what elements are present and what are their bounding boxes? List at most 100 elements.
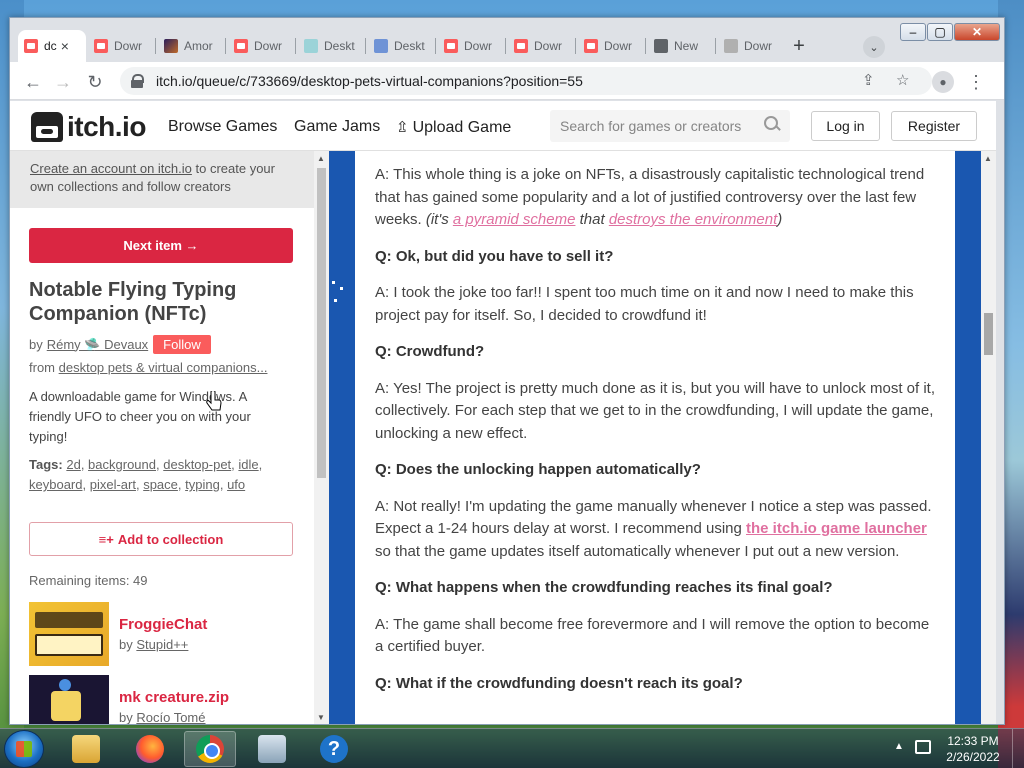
firefox-icon	[136, 735, 164, 763]
reload-button[interactable]: ↻	[84, 71, 106, 93]
sidebar-scroll-thumb[interactable]	[317, 168, 326, 478]
tag-link[interactable]: space	[143, 477, 178, 492]
back-button[interactable]: ←	[22, 71, 44, 93]
tab-search-button[interactable]: ⌄	[863, 36, 885, 58]
from-label: from	[29, 360, 59, 375]
answer-paragraph: A: Yes! The project is pretty much done …	[375, 379, 936, 442]
search-icon[interactable]	[764, 116, 780, 132]
tag-link[interactable]: typing	[185, 477, 220, 492]
tab-download-5[interactable]: Dowr	[578, 30, 646, 62]
browser-toolbar: ← → ↻ itch.io/queue/c/733669/desktop-pet…	[10, 62, 1004, 100]
taskbar-file-explorer[interactable]	[60, 731, 112, 767]
tab-amor[interactable]: Amor	[158, 30, 226, 62]
address-bar[interactable]: itch.io/queue/c/733669/desktop-pets-virt…	[120, 67, 932, 95]
create-account-link[interactable]: Create an account on itch.io	[30, 161, 192, 176]
search-input[interactable]	[560, 118, 760, 134]
game-thumbnail[interactable]	[29, 602, 109, 666]
browser-menu-icon[interactable]: ⋮	[965, 71, 987, 93]
tab-new[interactable]: New	[648, 30, 716, 62]
tab-download-6[interactable]: Dowr	[718, 30, 784, 62]
itch-favicon-icon	[234, 39, 248, 53]
minimize-button[interactable]: –	[900, 23, 926, 41]
profile-avatar-icon[interactable]: ●	[932, 71, 954, 93]
tab-download-1[interactable]: Dowr	[88, 30, 156, 62]
show-desktop-button[interactable]	[1012, 729, 1024, 768]
next-item-button[interactable]: Next item →	[29, 228, 293, 263]
related-game-item[interactable]: FroggieChat by Stupid++	[29, 602, 207, 666]
tag-link[interactable]: background	[88, 457, 156, 472]
tab-label: Dowr	[744, 39, 773, 53]
tab-label: dc	[44, 39, 57, 53]
taskbar-firefox[interactable]	[124, 731, 176, 767]
nav-game-jams[interactable]: Game Jams	[294, 118, 380, 136]
decorative-stars	[330, 281, 350, 311]
page-scrollbar[interactable]: ▲	[981, 151, 996, 724]
author-link[interactable]: Rémy 🛸 Devaux	[47, 337, 148, 353]
tag-link[interactable]: keyboard	[29, 477, 82, 492]
new-tab-button[interactable]: +	[787, 34, 811, 58]
tag-link[interactable]: pixel-art	[90, 477, 136, 492]
add-to-collection-button[interactable]: ≡+ Add to collection	[29, 522, 293, 556]
by-label: by	[29, 337, 43, 352]
scroll-up-arrow-icon[interactable]: ▲	[984, 154, 992, 163]
tab-download-3[interactable]: Dowr	[438, 30, 506, 62]
windows-taskbar: ? ▲ 12:33 PM 2/26/2022	[0, 728, 1024, 768]
related-author-link[interactable]: Rocío Tomé	[136, 710, 205, 724]
itch-logo[interactable]: itch.io	[31, 111, 146, 143]
collection-link[interactable]: desktop pets & virtual companions...	[59, 360, 268, 375]
tab-label: Dowr	[254, 39, 283, 53]
system-clock[interactable]: 12:33 PM 2/26/2022	[940, 733, 1006, 765]
tab-download-2[interactable]: Dowr	[228, 30, 296, 62]
collection-list-icon: ≡+	[98, 531, 114, 547]
pyramid-scheme-link[interactable]: a pyramid scheme	[453, 211, 576, 228]
network-icon[interactable]	[915, 740, 931, 754]
tags-label: Tags:	[29, 457, 63, 472]
page-scroll-thumb[interactable]	[984, 313, 993, 355]
related-author-link[interactable]: Stupid++	[136, 637, 188, 652]
lock-icon[interactable]	[130, 74, 144, 88]
taskbar-resource-monitor[interactable]	[246, 731, 298, 767]
sidebar-scrollbar[interactable]: ▲ ▼	[314, 151, 329, 724]
tag-link[interactable]: desktop-pet	[163, 457, 231, 472]
game-launcher-link[interactable]: the itch.io game launcher	[746, 520, 927, 537]
related-game-byline: by Stupid++	[119, 637, 188, 652]
tab-label: Dowr	[604, 39, 633, 53]
forward-button[interactable]: →	[52, 71, 74, 93]
start-button[interactable]	[4, 730, 44, 768]
scroll-down-arrow-icon[interactable]: ▼	[317, 713, 325, 722]
share-icon[interactable]: ⇪	[862, 71, 875, 89]
nav-upload-game[interactable]: ⇫ Upload Game	[396, 118, 511, 137]
tray-expand-icon[interactable]: ▲	[894, 741, 904, 752]
scroll-up-arrow-icon[interactable]: ▲	[317, 154, 325, 163]
tab-download-4[interactable]: Dowr	[508, 30, 576, 62]
tab-label: Dowr	[114, 39, 143, 53]
question-heading: Q: Does the unlocking happen automatical…	[375, 461, 701, 478]
maximize-button[interactable]: ▢	[927, 23, 953, 41]
file-explorer-icon	[72, 735, 100, 763]
login-button[interactable]: Log in	[811, 111, 880, 141]
taskbar-help[interactable]: ?	[308, 731, 360, 767]
register-button[interactable]: Register	[891, 111, 977, 141]
tab-label: New	[674, 39, 699, 53]
tag-link[interactable]: ufo	[227, 477, 245, 492]
tab-desktop-2[interactable]: Deskt	[368, 30, 436, 62]
follow-button[interactable]: Follow	[153, 335, 211, 354]
tag-link[interactable]: idle	[238, 457, 258, 472]
game-thumbnail[interactable]	[29, 675, 109, 724]
game-title[interactable]: Notable Flying Typing Companion (NFTc)	[29, 278, 279, 326]
related-game-title[interactable]: mk creature.zip	[119, 689, 229, 706]
tag-link[interactable]: 2d	[66, 457, 80, 472]
desktop-favicon-icon	[374, 39, 388, 53]
nav-browse-games[interactable]: Browse Games	[168, 118, 277, 136]
clock-date: 2/26/2022	[946, 750, 1000, 764]
site-search-box	[550, 110, 790, 142]
close-window-button[interactable]: ✕	[954, 23, 1000, 41]
bookmark-star-icon[interactable]: ☆	[896, 71, 909, 89]
related-game-title[interactable]: FroggieChat	[119, 616, 207, 633]
related-game-item[interactable]: mk creature.zip by Rocío Tomé	[29, 675, 229, 724]
taskbar-chrome[interactable]	[184, 731, 236, 767]
close-tab-icon[interactable]: ×	[61, 38, 69, 54]
environment-link[interactable]: destroys the environment	[609, 211, 777, 228]
tab-itch-active[interactable]: dc ×	[18, 30, 86, 62]
tab-desktop-1[interactable]: Deskt	[298, 30, 366, 62]
